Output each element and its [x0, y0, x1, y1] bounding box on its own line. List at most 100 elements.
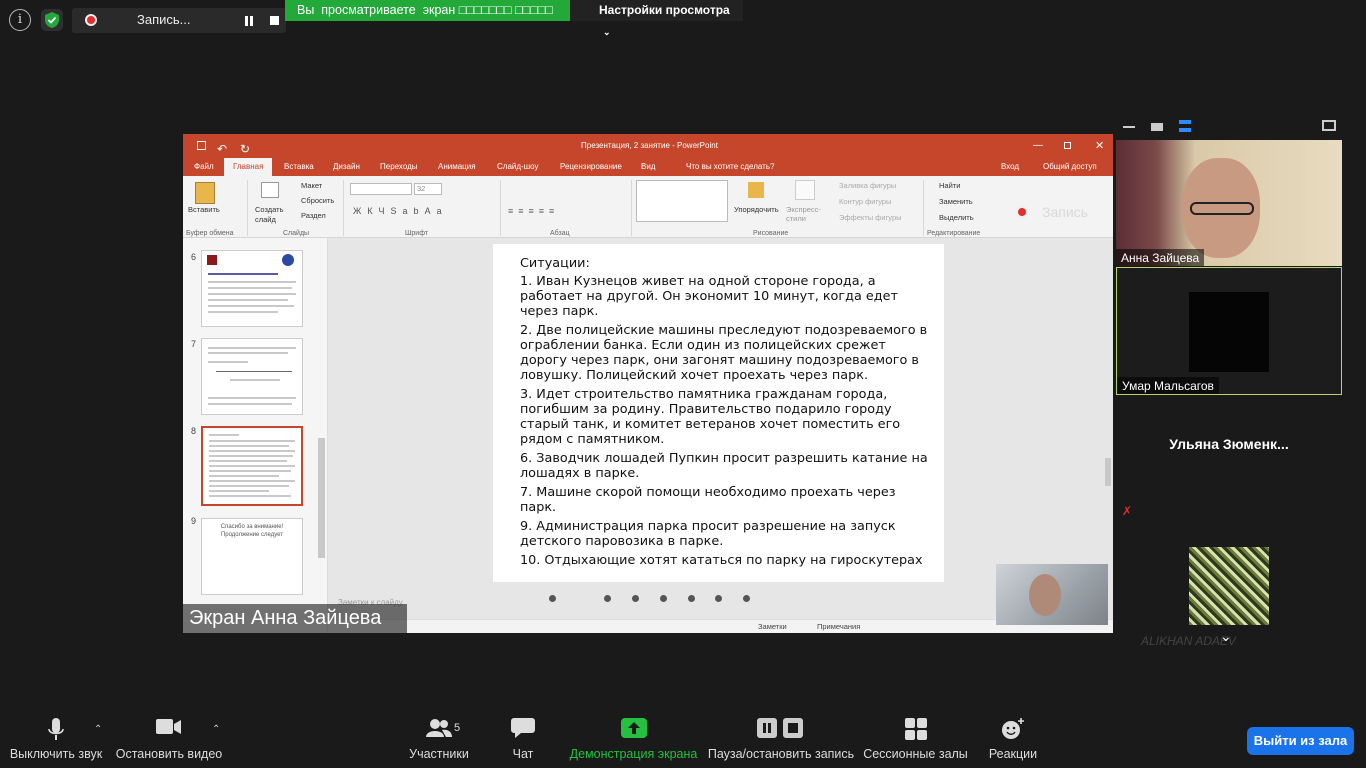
font-size-box[interactable]: 32	[414, 183, 442, 195]
section-button[interactable]: Раздел	[301, 211, 326, 220]
mute-label: Выключить звук	[9, 747, 103, 761]
banner-redacted-name: □□□□□□□ □□□□□	[458, 3, 553, 17]
shape-fill-button[interactable]: Заливка фигуры	[839, 181, 896, 190]
find-button[interactable]: Найти	[939, 181, 960, 190]
thumb-number: 8	[191, 426, 197, 436]
screen-owner-label: Экран Анна Зайцева	[183, 604, 407, 633]
security-shield-icon[interactable]	[41, 9, 63, 31]
group-font: Шрифт	[405, 230, 429, 237]
expand-panel-icon[interactable]	[1322, 120, 1336, 131]
editor-scrollbar[interactable]	[1105, 458, 1111, 486]
tab-insert[interactable]: Вставка	[284, 162, 314, 171]
viewing-screen-banner: Вы просматриваете экран □□□□□□□ □□□□□	[285, 0, 570, 21]
restore-icon[interactable]	[1064, 142, 1071, 149]
participants-button[interactable]: 5 Участники	[400, 698, 478, 768]
shape-effects-button[interactable]: Эффекты фигуры	[839, 213, 902, 222]
thumb-number: 9	[191, 516, 197, 526]
participant-avatar	[1189, 547, 1269, 625]
view-options-button[interactable]: Настройки просмотра ⌄	[570, 0, 743, 37]
recording-indicator: Запись...	[72, 8, 286, 33]
powerpoint-titlebar: ↶ ↻ Презентация, 2 занятие - PowerPoint …	[183, 134, 1113, 158]
tab-view[interactable]: Вид	[641, 162, 655, 171]
strip-view-icon[interactable]	[1179, 120, 1191, 132]
paste-button[interactable]: Вставить	[188, 205, 220, 214]
banner-text: Вы просматриваете экран	[297, 3, 459, 17]
participant-tile-umar[interactable]: Умар Мальсагов	[1116, 267, 1342, 395]
tab-design[interactable]: Дизайн	[333, 162, 360, 171]
minimize-icon[interactable]: —	[1033, 134, 1043, 158]
slide-thumbnail-9[interactable]: Спасибо за внимание! Продолжение следует	[201, 518, 303, 595]
leave-meeting-button[interactable]: Выйти из зала	[1247, 727, 1354, 755]
select-button[interactable]: Выделить	[939, 213, 974, 222]
participants-label: Участники	[409, 747, 469, 761]
arrange-button[interactable]: Упорядочить	[734, 205, 779, 214]
pause-stop-recording-button[interactable]: Пауза/остановить запись	[707, 698, 855, 768]
slide-thumbnail-8[interactable]	[201, 426, 303, 506]
tab-review[interactable]: Рецензирование	[560, 162, 622, 171]
layout-button[interactable]: Макет	[301, 181, 322, 190]
reactions-button[interactable]: Реакции	[984, 698, 1042, 768]
chevron-down-icon: ⌄	[603, 27, 611, 37]
participant-tile-alikhan[interactable]: ALIKHAN ADAEV ⌄	[1116, 525, 1342, 652]
minimize-panel-icon[interactable]	[1123, 126, 1135, 128]
participants-gallery: Анна Зайцева Умар Мальсагов Ульяна Зюмен…	[1113, 112, 1343, 652]
new-slide-button[interactable]: Создать слайд	[255, 205, 289, 225]
font-format-buttons[interactable]: ЖКЧSabAa	[353, 206, 448, 216]
slide-thumbnail-7[interactable]	[201, 338, 303, 415]
thumb-scrollbar[interactable]	[318, 438, 325, 558]
close-icon[interactable]: ✕	[1095, 134, 1104, 158]
tab-transitions[interactable]: Переходы	[380, 162, 418, 171]
replace-button[interactable]: Заменить	[939, 197, 973, 206]
microphone-icon	[48, 718, 64, 745]
stop-recording-icon[interactable]	[270, 16, 279, 25]
stop-video-button[interactable]: Остановить видео	[112, 698, 226, 768]
save-icon[interactable]	[197, 141, 206, 150]
reset-button[interactable]: Сбросить	[301, 196, 334, 205]
sign-in-link[interactable]: Вход	[1001, 162, 1019, 171]
share-link[interactable]: Общий доступ	[1043, 162, 1097, 171]
shape-outline-button[interactable]: Контур фигуры	[839, 197, 891, 206]
participant-name: Анна Зайцева	[1116, 249, 1205, 266]
divider	[343, 180, 344, 236]
notes-button[interactable]: Заметки	[758, 622, 787, 631]
audio-options-caret-icon[interactable]: ⌃	[94, 724, 102, 735]
tab-animations[interactable]: Анимация	[438, 162, 476, 171]
font-name-box[interactable]	[350, 183, 412, 195]
slide-item: 10. Отдыхающие хотят кататься по парку н…	[520, 553, 923, 568]
chat-button[interactable]: Чат	[493, 698, 553, 768]
slide-thumbnail-6[interactable]	[201, 250, 303, 327]
quick-styles-icon[interactable]	[795, 180, 815, 200]
quick-styles-button[interactable]: Экспресс-стили	[786, 205, 826, 223]
scroll-down-chevron-icon[interactable]: ⌄	[1220, 628, 1232, 645]
pause-recording-icon[interactable]	[244, 16, 254, 26]
paste-icon[interactable]	[195, 182, 215, 204]
participant-tile-ulyana[interactable]: Ульяна Зюменк... ✗	[1116, 396, 1342, 524]
group-slides: Слайды	[283, 230, 310, 237]
comments-button[interactable]: Примечания	[817, 622, 860, 631]
share-screen-icon	[620, 718, 647, 741]
info-icon[interactable]: i	[9, 9, 31, 31]
shapes-gallery[interactable]	[636, 180, 728, 222]
arrange-icon[interactable]	[748, 182, 764, 198]
tell-me-search[interactable]: Что вы хотите сделать?	[686, 162, 774, 171]
current-slide[interactable]: Ситуации: 1. Иван Кузнецов живет на одно…	[493, 244, 944, 582]
tab-file[interactable]: Файл	[194, 162, 214, 171]
video-options-caret-icon[interactable]: ⌃	[212, 724, 220, 735]
slide-heading: Ситуации:	[520, 256, 590, 271]
share-screen-button[interactable]: Демонстрация экрана	[568, 698, 699, 768]
chat-bubble-icon	[511, 718, 535, 741]
new-slide-icon[interactable]	[261, 182, 279, 198]
thumb-9-text: Спасибо за внимание! Продолжение следует	[220, 524, 284, 538]
group-clipboard: Буфер обмена	[186, 230, 234, 237]
participant-tile-anna[interactable]: Анна Зайцева	[1116, 140, 1342, 266]
paragraph-buttons[interactable]: ≡≡≡≡≡	[508, 206, 559, 216]
slide-item: 6. Заводчик лошадей Пупкин просит разреш…	[520, 451, 928, 481]
thumbnail-view-icon[interactable]	[1151, 123, 1163, 131]
tab-home[interactable]: Главная	[224, 158, 273, 176]
slide-thumbnails[interactable]: 6 7 8 9 Спасибо за внимание! Продолжение…	[183, 238, 328, 633]
pause-stop-recording-label: Пауза/остановить запись	[707, 747, 855, 761]
breakout-rooms-button[interactable]: Сессионные залы	[862, 698, 969, 768]
tab-slideshow[interactable]: Слайд-шоу	[497, 162, 538, 171]
participants-icon	[426, 718, 452, 741]
recording-dot-icon	[85, 14, 97, 26]
